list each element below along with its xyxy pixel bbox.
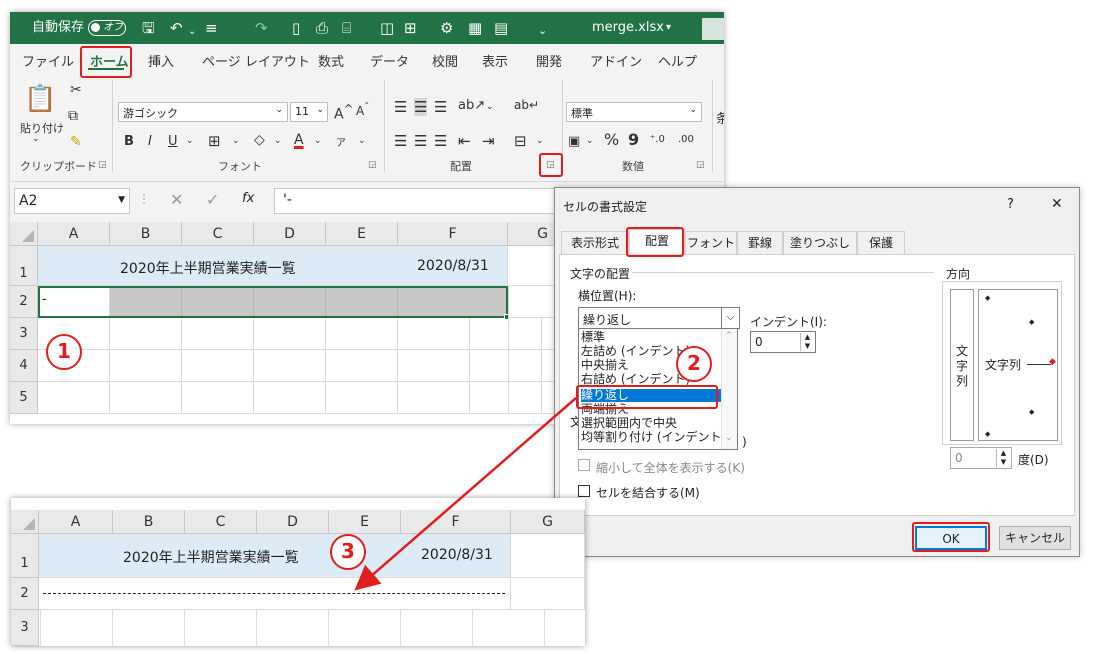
tutorial-stage: 自動保存 オフ 🖫 ↶ ⌄ ≡ ↷ ▯ ⎙ ⌸ ◫ ⊞ ⚙ ▦ ▤ ⌄ merg…	[0, 0, 1095, 662]
arrow-overlay	[354, 397, 577, 591]
arrow-to-result	[354, 397, 577, 591]
